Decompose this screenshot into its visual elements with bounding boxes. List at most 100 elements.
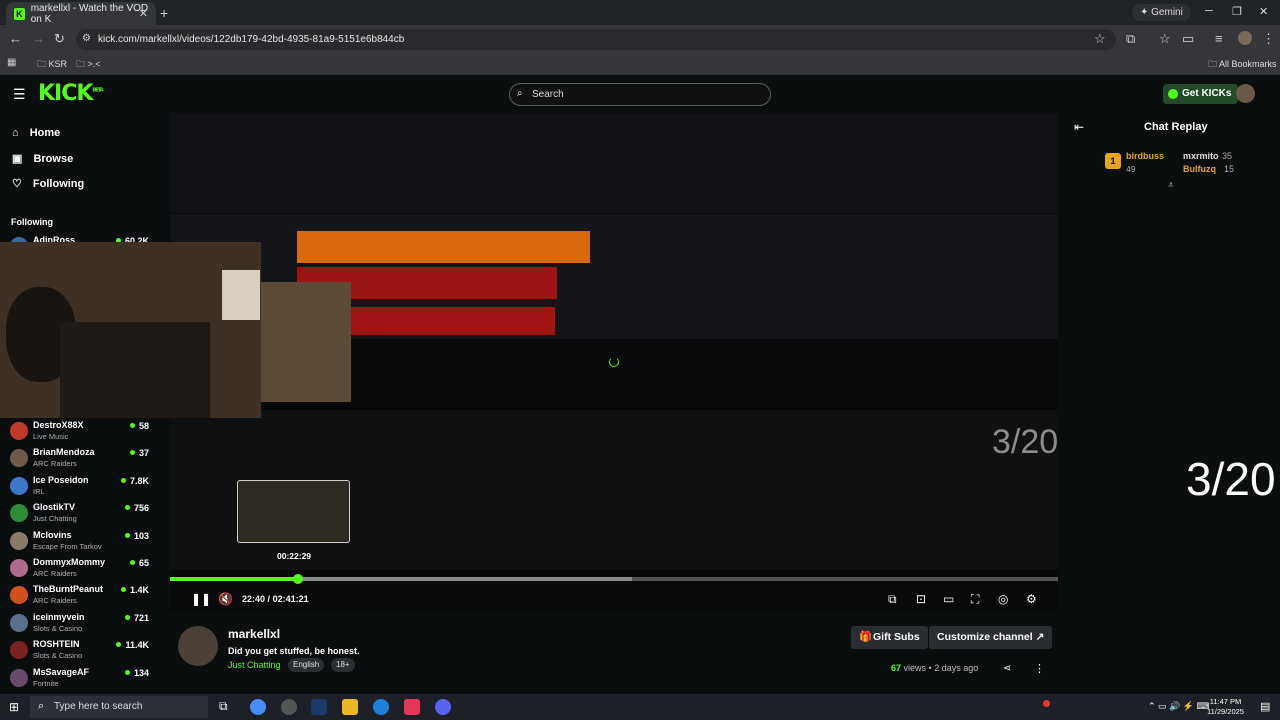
- pause-icon[interactable]: ❚❚: [191, 592, 211, 606]
- viewer-count: 756: [125, 503, 149, 513]
- channel-name[interactable]: markellxl: [228, 627, 280, 641]
- muted-volume-icon[interactable]: 🔇: [218, 592, 233, 606]
- apps-grid-icon[interactable]: ▦: [7, 57, 16, 68]
- taskbar-search-input[interactable]: Type here to search: [30, 696, 208, 718]
- system-clock[interactable]: 11:47 PM 11/29/2025: [1207, 697, 1244, 717]
- following-section-title: Following: [11, 217, 53, 227]
- sidebar-item-home[interactable]: ⌂ Home: [12, 127, 60, 139]
- sidebar-item-label: Following: [32, 178, 85, 190]
- screen-icon[interactable]: ▭: [1182, 31, 1194, 47]
- bookmark-icon[interactable]: ☆: [1159, 31, 1171, 47]
- file-explorer-icon[interactable]: [342, 699, 358, 715]
- minimize-icon[interactable]: ─: [1205, 5, 1213, 17]
- share-icon[interactable]: ⋖: [1003, 663, 1011, 674]
- browser-tab-strip: [0, 0, 1280, 25]
- task-view-icon[interactable]: ⧉: [219, 699, 228, 714]
- windows-start-icon[interactable]: ⊞: [9, 700, 19, 714]
- kick-logo[interactable]: KICKBETA: [38, 81, 104, 106]
- seek-bar[interactable]: [170, 577, 1058, 581]
- sidebar-item-label: Home: [29, 127, 61, 139]
- system-tray-icons[interactable]: ⌃ ▭ 🔊 ⚡ ⌨: [1148, 701, 1209, 712]
- bookmark-star-icon[interactable]: ☆: [1094, 31, 1106, 47]
- list-item[interactable]: DestroX88X Live Music 58: [10, 420, 155, 447]
- collapse-chat-icon[interactable]: ⇤: [1074, 120, 1084, 134]
- gift-subs-button[interactable]: 🎁 Gift Subs: [851, 626, 928, 649]
- external-link-icon: ↗: [1035, 631, 1045, 643]
- channel-name: GlostikTV: [33, 502, 76, 513]
- viewer-count: 37: [130, 448, 149, 458]
- more-options-icon[interactable]: ⋮: [1034, 662, 1045, 675]
- leader-name[interactable]: Bulfuzq: [1183, 164, 1216, 174]
- new-tab-button[interactable]: +: [160, 5, 168, 21]
- folder-icon: 🗀: [76, 59, 88, 69]
- list-item[interactable]: iceinmyvein Slots & Casino 721: [10, 612, 155, 639]
- tag-language[interactable]: English: [288, 658, 325, 672]
- extensions-icon[interactable]: ⧉: [1126, 31, 1135, 47]
- maximize-icon[interactable]: ❐: [1232, 5, 1242, 18]
- fullscreen-icon[interactable]: ⛶: [971, 592, 979, 607]
- hamburger-menu-icon[interactable]: ☰: [13, 86, 26, 103]
- list-item[interactable]: ROSHTEIN Slots & Casino 11.4K: [10, 639, 155, 666]
- heart-icon: ♡: [12, 178, 25, 190]
- expand-leaderboard-icon[interactable]: ⩡: [1168, 180, 1174, 191]
- list-item[interactable]: DommyxMommy ARC Raiders 65: [10, 557, 155, 584]
- steam-icon[interactable]: [311, 699, 327, 715]
- list-item[interactable]: MsSavageAF Fortnite 134: [10, 667, 155, 694]
- tag-mature[interactable]: 18+: [331, 658, 355, 672]
- list-item[interactable]: GlostikTV Just Chatting 756: [10, 502, 155, 529]
- channel-category: ARC Raiders: [33, 459, 77, 469]
- sidebar-item-browse[interactable]: ▣ Browse: [12, 152, 73, 165]
- customize-label: Customize channel: [937, 631, 1033, 643]
- list-item[interactable]: TheBurntPeanut ARC Raiders 1.4K: [10, 584, 155, 611]
- settings-gear-icon[interactable]: ⚙: [1026, 592, 1037, 606]
- bookmark-ksr[interactable]: 🗀 KSR: [37, 57, 67, 73]
- video-meta: 67 views • 2 days ago: [891, 663, 979, 673]
- category-link[interactable]: Just Chatting: [228, 660, 281, 670]
- list-item[interactable]: Ice Poseidon IRL 7.8K: [10, 475, 155, 502]
- chrome-icon[interactable]: [250, 699, 266, 715]
- viewer-count: 134: [125, 668, 149, 678]
- clip-icon[interactable]: ⊡: [916, 592, 926, 606]
- menu-dots-icon[interactable]: ⋮: [1262, 31, 1275, 47]
- bookmark-ksr-label: KSR: [48, 59, 68, 69]
- user-avatar[interactable]: [1236, 84, 1255, 103]
- back-icon[interactable]: ←: [9, 31, 22, 46]
- browser-tab[interactable]: K markellxl - Watch the VOD on K ✕: [6, 2, 156, 25]
- speed-icon[interactable]: ◎: [998, 592, 1008, 606]
- leader-name[interactable]: birdbuss: [1126, 151, 1164, 161]
- seek-handle[interactable]: [293, 574, 303, 584]
- close-tab-icon[interactable]: ✕: [139, 7, 148, 20]
- list-item[interactable]: Mclovins Escape From Tarkov 103: [10, 530, 155, 557]
- address-bar[interactable]: kick.com/markellxl/videos/122db179-42bd-…: [76, 29, 1116, 50]
- channel-name: TheBurntPeanut: [33, 584, 104, 595]
- search-input[interactable]: Search: [509, 83, 771, 106]
- customize-channel-button[interactable]: Customize channel ↗: [929, 626, 1053, 649]
- close-window-icon[interactable]: ✕: [1259, 5, 1268, 18]
- notifications-icon[interactable]: ▤: [1260, 700, 1270, 713]
- video-frame-app-ui: [170, 113, 1058, 213]
- media-player-icon[interactable]: [373, 699, 389, 715]
- site-info-icon[interactable]: ⚙: [82, 33, 91, 44]
- channel-avatar[interactable]: [178, 626, 218, 666]
- sidebar-item-following[interactable]: ♡ Following: [12, 177, 84, 190]
- profile-avatar[interactable]: [1238, 31, 1252, 45]
- forward-icon[interactable]: →: [32, 31, 45, 46]
- bookmarks-bar: [0, 53, 1280, 75]
- music-icon[interactable]: [404, 699, 420, 715]
- viewer-count: 65: [130, 558, 149, 568]
- channel-name: Mclovins: [33, 529, 72, 540]
- gemini-button[interactable]: ✦ Gemini: [1132, 4, 1191, 21]
- media-icon[interactable]: ≡: [1215, 31, 1223, 46]
- theater-mode-icon[interactable]: ▭: [943, 592, 954, 606]
- all-bookmarks[interactable]: 🗀 All Bookmarks: [1208, 57, 1277, 73]
- reload-icon[interactable]: ↻: [54, 31, 65, 47]
- app-icon[interactable]: [281, 699, 297, 715]
- view-count: 67: [891, 663, 902, 673]
- list-item[interactable]: BrianMendoza ARC Raiders 37: [10, 447, 155, 474]
- picture-in-picture-icon[interactable]: ⧉: [888, 592, 897, 607]
- bookmark-face[interactable]: 🗀 >.<: [76, 57, 101, 73]
- leader-name[interactable]: mxrmito: [1183, 151, 1219, 161]
- stream-title: Did you get stuffed, be honest.: [228, 646, 360, 656]
- clock-time: 11:47 PM: [1209, 697, 1242, 706]
- discord-icon[interactable]: [435, 699, 451, 715]
